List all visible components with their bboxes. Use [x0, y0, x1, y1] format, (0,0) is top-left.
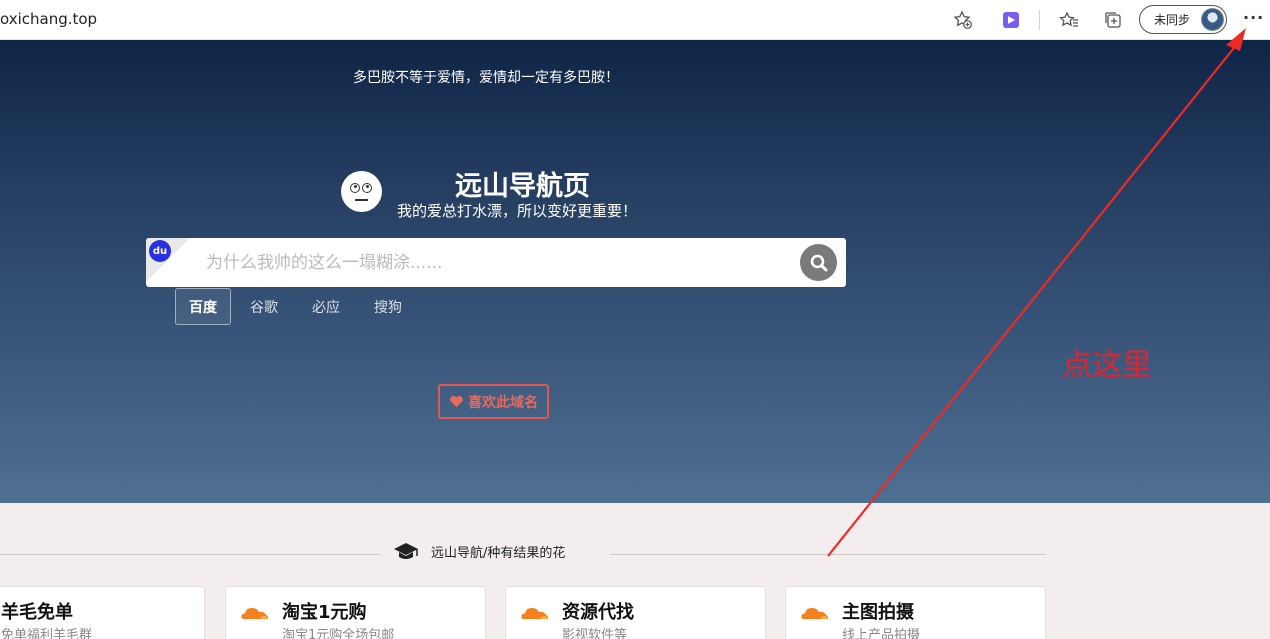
baidu-logo-icon[interactable]: du	[149, 240, 171, 262]
search-icon	[810, 254, 827, 271]
site-subtitle: 我的爱总打水漂，所以变好更重要！	[397, 202, 638, 220]
divider-right	[610, 554, 1046, 555]
card-item[interactable]: 淘宝1元购 淘宝1元购全场包邮	[225, 586, 486, 639]
engine-tabs: 百度 谷歌 必应 搜狗	[175, 288, 419, 325]
site-logo-icon	[341, 171, 382, 212]
heart-icon	[450, 395, 463, 408]
card-desc: 影视软件等	[562, 628, 628, 639]
sync-label: 未同步	[1154, 13, 1191, 27]
cloud-icon	[801, 608, 829, 619]
tab-bing[interactable]: 必应	[295, 288, 357, 325]
hero-section: 多巴胺不等于爱情，爱情却一定有多巴胺！ 远山导航页 我的爱总打水漂，所以变好更重…	[0, 40, 1270, 503]
extension-icon[interactable]	[999, 8, 1023, 32]
tab-google[interactable]: 谷歌	[233, 288, 295, 325]
avatar	[1201, 8, 1224, 31]
card-title: 羊毛免单	[1, 602, 73, 623]
tab-baidu[interactable]: 百度	[175, 288, 231, 325]
card-item[interactable]: 资源代找 影视软件等	[505, 586, 766, 639]
graduation-cap-icon	[394, 543, 418, 559]
sync-button[interactable]: 未同步	[1139, 5, 1227, 34]
card-item[interactable]: 羊毛免单 免单福利羊毛群	[0, 586, 205, 639]
search-input[interactable]	[206, 238, 786, 287]
search-box: du	[146, 238, 846, 287]
motto-text: 多巴胺不等于爱情，爱情却一定有多巴胺！	[353, 70, 619, 86]
card-desc: 线上产品拍摄	[842, 628, 921, 639]
address-bar[interactable]: oxichang.top	[0, 10, 97, 28]
tab-sogou[interactable]: 搜狗	[357, 288, 419, 325]
card-title: 资源代找	[562, 602, 634, 623]
cloud-icon	[241, 608, 269, 619]
cloud-icon	[521, 608, 549, 619]
browser-toolbar: oxichang.top 未同步 ···	[0, 0, 1270, 40]
toolbar-separator	[1039, 10, 1040, 30]
card-item[interactable]: 主图拍摄 线上产品拍摄	[785, 586, 1046, 639]
card-desc: 免单福利羊毛群	[1, 628, 93, 639]
annotation-text: 点这里	[1062, 348, 1152, 383]
divider-left	[0, 554, 380, 555]
card-desc: 淘宝1元购全场包邮	[282, 628, 395, 639]
more-options-icon[interactable]: ···	[1243, 8, 1264, 27]
card-title: 主图拍摄	[842, 602, 914, 623]
card-title: 淘宝1元购	[282, 602, 367, 623]
section-title: 远山导航/种有结果的花	[393, 541, 565, 561]
add-favorite-icon[interactable]	[951, 8, 975, 32]
site-title: 远山导航页	[455, 171, 590, 202]
section-title-label: 远山导航/种有结果的花	[431, 545, 566, 561]
nav-section: 远山导航/种有结果的花 羊毛免单 免单福利羊毛群 淘宝1元购 淘宝1元购全场包邮…	[0, 503, 1270, 639]
like-label: 喜欢此域名	[468, 394, 538, 411]
favorites-icon[interactable]	[1057, 8, 1081, 32]
search-button[interactable]	[800, 244, 837, 281]
collections-icon[interactable]	[1101, 8, 1125, 32]
like-domain-button[interactable]: 喜欢此域名	[438, 384, 549, 419]
